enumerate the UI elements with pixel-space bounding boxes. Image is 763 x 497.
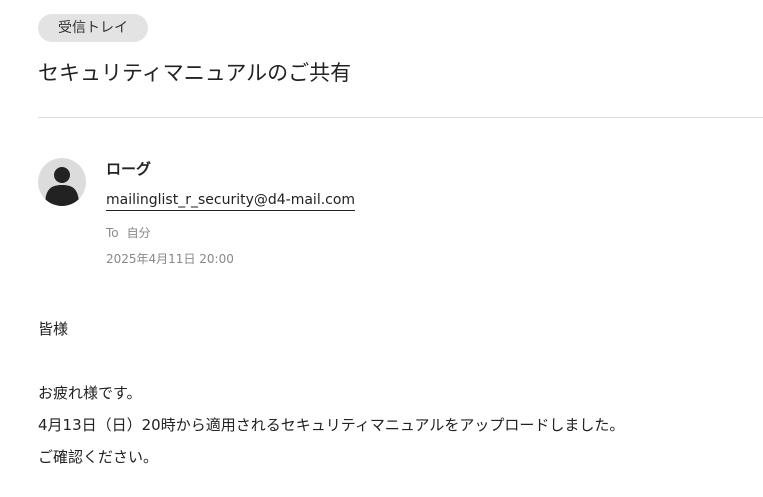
recipient-row: To 自分	[106, 224, 151, 242]
email-body: 皆様 お疲れ様です。 4月13日（日）20時から適用されるセキュリティマニュアル…	[38, 313, 624, 473]
sender-avatar	[38, 158, 86, 206]
body-line-2: 4月13日（日）20時から適用されるセキュリティマニュアルをアップロードしました…	[38, 416, 625, 434]
body-greeting: 皆様	[38, 320, 69, 338]
inbox-folder-badge[interactable]: 受信トレイ	[38, 14, 148, 42]
recipient-value: 自分	[126, 226, 151, 240]
sent-date: 2025年4月11日 20:00	[106, 252, 234, 266]
body-line-1: お疲れ様です。	[38, 384, 142, 402]
body-blank-line	[38, 345, 624, 377]
header-divider	[38, 117, 763, 118]
sender-email-link[interactable]: mailinglist_r_security@d4-mail.com	[106, 190, 356, 211]
email-subject: セキュリティマニュアルのご共有	[38, 61, 352, 85]
recipient-label: To	[106, 226, 119, 240]
sender-name: ローグ	[106, 160, 152, 178]
body-line-3: ご確認ください。	[38, 448, 159, 466]
user-avatar-icon	[45, 167, 79, 206]
